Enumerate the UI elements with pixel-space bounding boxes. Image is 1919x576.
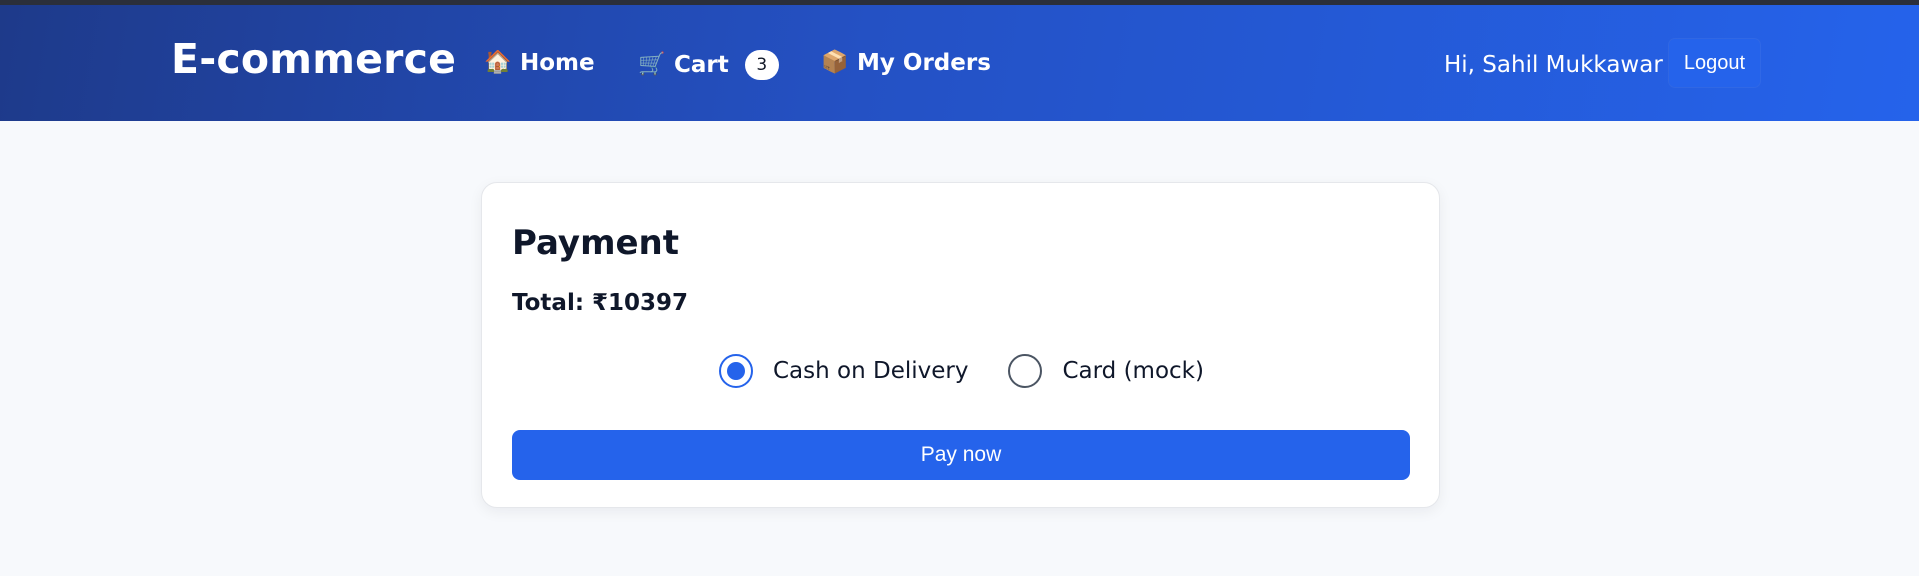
payment-card: Payment Total: ₹10397 Cash on Delivery C…: [481, 182, 1440, 508]
nav-home-label: Home: [520, 50, 595, 76]
nav-home-link[interactable]: 🏠 Home: [484, 50, 595, 76]
payment-total: Total: ₹10397: [512, 290, 689, 316]
top-navbar: E-commerce 🏠 Home 🛒 Cart 3 📦 My Orders H…: [0, 5, 1919, 121]
pay-now-button[interactable]: Pay now: [512, 430, 1410, 480]
user-greeting: Hi, Sahil Mukkawar: [1444, 52, 1663, 78]
payment-method-options: Cash on Delivery Card (mock): [482, 354, 1441, 388]
card-mock-label: Card (mock): [1062, 358, 1204, 384]
brand-logo[interactable]: E-commerce: [171, 35, 456, 83]
nav-my-orders-link[interactable]: 📦 My Orders: [821, 50, 991, 76]
cash-on-delivery-label: Cash on Delivery: [773, 358, 969, 384]
logout-button[interactable]: Logout: [1669, 39, 1760, 87]
option-cash-on-delivery[interactable]: Cash on Delivery: [719, 354, 968, 388]
cart-count-badge: 3: [744, 50, 779, 80]
cart-icon: 🛒: [638, 52, 666, 77]
cash-on-delivery-radio[interactable]: [719, 354, 753, 388]
nav-my-orders-label: My Orders: [857, 50, 991, 76]
package-icon: 📦: [821, 50, 849, 75]
house-icon: 🏠: [484, 50, 512, 75]
payment-title: Payment: [512, 223, 680, 263]
card-mock-radio[interactable]: [1008, 354, 1043, 388]
nav-cart-link[interactable]: 🛒 Cart 3: [638, 50, 779, 80]
nav-cart-label: Cart: [674, 52, 729, 78]
option-card-mock[interactable]: Card (mock): [1008, 354, 1204, 388]
